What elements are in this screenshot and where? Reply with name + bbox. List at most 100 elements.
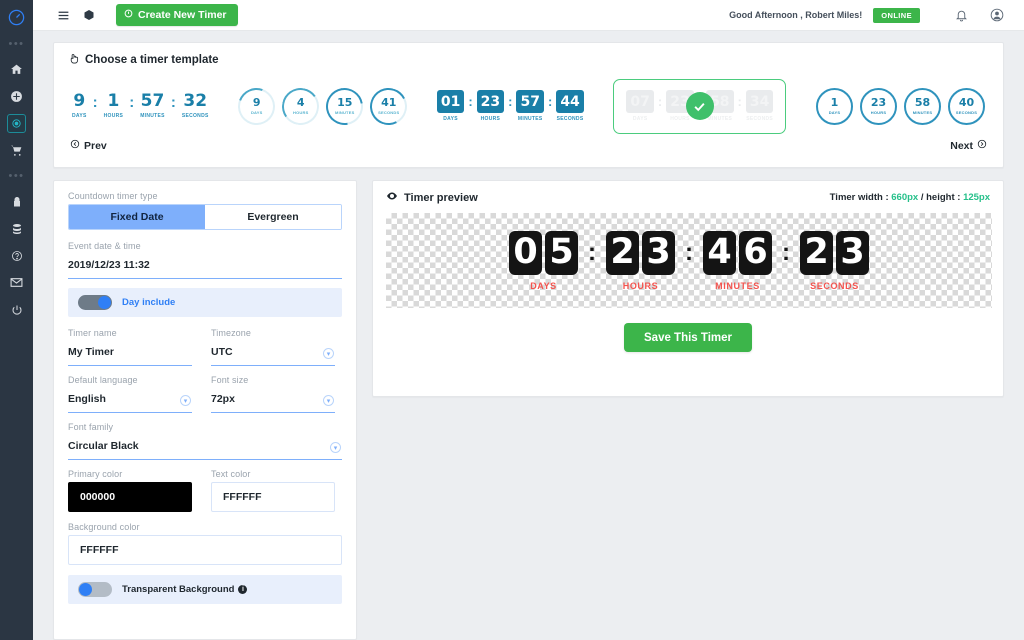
sidebar-item-security[interactable]	[0, 188, 33, 215]
template-unit: 57 MINUTES	[140, 93, 165, 120]
separator: :	[737, 94, 742, 109]
primary-color-field: Primary color 000000	[68, 469, 192, 512]
separator: :	[588, 238, 596, 266]
template-circles: 1 DAYS 23 HOURS 58 MINUTES 40 SECONDS	[815, 87, 985, 125]
preview-unit-label: HOURS	[622, 280, 659, 291]
transparent-background-toggle[interactable]	[78, 582, 112, 597]
template-value: 57	[516, 90, 544, 113]
save-timer-button[interactable]: Save This Timer	[624, 323, 752, 352]
sidebar-item-database[interactable]	[0, 215, 33, 242]
text-color-label: Text color	[211, 469, 251, 479]
sidebar-active-indicator	[7, 114, 26, 133]
app-root: ••• ••• Create New Timer Good Afternoon …	[0, 0, 1024, 640]
template-pagination: Prev Next	[68, 139, 989, 152]
timer-type-fixed-date[interactable]: Fixed Date	[69, 205, 205, 229]
template-label: HOURS	[670, 116, 690, 122]
font-size-select[interactable]	[211, 388, 335, 413]
info-icon[interactable]: i	[238, 585, 248, 594]
font-family-select[interactable]	[68, 435, 342, 460]
template-unit: 44 SECONDS	[556, 90, 584, 122]
template-unit: 57 MINUTES	[516, 90, 544, 122]
template-label: DAYS	[72, 113, 87, 119]
separator: :	[468, 94, 473, 109]
template-option-2[interactable]: 9 DAYS 4 HOURS 15 MINUTES 41 SECONDS	[232, 80, 413, 132]
template-label: DAYS	[443, 116, 458, 122]
timer-name-input[interactable]	[68, 341, 192, 366]
font-size-field: Font size ▾	[211, 375, 335, 413]
template-chooser-heading: Choose a timer template	[68, 53, 989, 67]
hamburger-icon[interactable]	[50, 2, 76, 28]
template-option-5[interactable]: 1 DAYS 23 HOURS 58 MINUTES 40 SECONDS	[815, 87, 985, 125]
text-color-input[interactable]: FFFFFF	[211, 482, 335, 512]
timer-type-toggle[interactable]: Fixed Date Evergreen	[68, 204, 342, 230]
template-unit: 07 DAYS	[626, 90, 654, 122]
progress-ring	[318, 80, 371, 132]
timezone-field: Timezone ▾	[211, 328, 335, 366]
name-timezone-row: Timer name Timezone ▾	[68, 328, 342, 375]
digit: 4	[703, 230, 736, 275]
user-avatar-icon[interactable]	[984, 2, 1010, 28]
template-option-1[interactable]: 9 DAYS : 1 HOURS : 57 MINUTES : 32 SECON…	[72, 91, 209, 120]
next-button[interactable]: Next	[950, 139, 987, 152]
background-color-input[interactable]: FFFFFF	[68, 535, 342, 565]
selected-check-icon	[685, 92, 714, 120]
primary-color-input[interactable]: 000000	[68, 482, 192, 512]
digit-group: 2 3	[800, 230, 869, 275]
save-button-wrap: Save This Timer	[386, 323, 990, 352]
template-circles: 9 DAYS 4 HOURS 15 MINUTES 41 SECONDS	[232, 80, 413, 132]
language-select[interactable]	[68, 388, 192, 413]
sidebar-item-logout[interactable]	[0, 296, 33, 323]
prev-button[interactable]: Prev	[70, 139, 107, 152]
template-option-3[interactable]: 01 DAYS : 23 HOURS : 57 MINUTES: 44 SEC…	[436, 90, 584, 122]
template-label: MINUTES	[707, 116, 733, 122]
template-option-4-selected[interactable]: 07 DAYS : 23 HOURS : 58 MINUTES	[613, 78, 787, 134]
progress-ring	[947, 87, 985, 125]
template-value: 34	[745, 90, 774, 113]
sidebar-item-help[interactable]	[0, 242, 33, 269]
language-fontsize-row: Default language ▾ Font size ▾	[68, 375, 342, 422]
app-logo-icon[interactable]	[0, 2, 33, 32]
template-unit: 1 DAYS	[815, 87, 853, 125]
digit: 6	[739, 230, 772, 275]
cube-icon[interactable]	[76, 2, 102, 28]
day-include-toggle[interactable]	[78, 295, 112, 310]
template-chooser-card: Choose a timer template 9 DAYS : 1 HOURS…	[53, 42, 1004, 168]
topbar-right: Good Afternoon , Robert Miles! ONLINE	[729, 2, 1024, 28]
create-new-timer-button[interactable]: Create New Timer	[116, 4, 238, 26]
sidebar-item-add[interactable]	[0, 83, 33, 110]
separator: :	[782, 238, 790, 266]
bell-icon[interactable]	[948, 2, 974, 28]
timer-preview-card: Timer preview Timer width : 660px / heig…	[372, 180, 1004, 397]
preview-height-value: 125px	[963, 192, 990, 203]
template-value: 9	[73, 91, 86, 111]
digit: 0	[509, 230, 542, 275]
digit-group: 4 6	[703, 230, 772, 275]
template-value: 32	[183, 91, 208, 111]
event-date-input[interactable]	[68, 254, 342, 279]
sidebar-item-cart[interactable]	[0, 137, 33, 164]
template-label: DAYS	[632, 116, 648, 122]
preview-timer: 0 5 DAYS : 2 3 HOURS: 4 6 MINUTES: 2 3…	[509, 230, 869, 291]
font-family-label: Font family	[68, 422, 114, 432]
template-unit: 34 SECONDS	[745, 90, 774, 122]
sidebar-item-timers[interactable]	[0, 110, 33, 137]
arrow-right-circle-icon	[977, 139, 987, 152]
day-include-row: Day include	[68, 288, 342, 317]
sidebar-item-messages[interactable]	[0, 269, 33, 296]
preview-unit-hours: 2 3 HOURS	[606, 230, 675, 291]
transparent-bg-row: Transparent Background i	[68, 575, 342, 604]
toggle-knob	[79, 583, 92, 596]
template-label: SECONDS	[556, 116, 584, 122]
dims-prefix: Timer width :	[829, 192, 892, 203]
timer-type-evergreen[interactable]: Evergreen	[205, 205, 341, 229]
timer-name-label: Timer name	[68, 328, 117, 338]
sidebar-divider-top: •••	[8, 38, 25, 50]
template-tiles: 01 DAYS : 23 HOURS : 57 MINUTES: 44 SEC…	[436, 90, 584, 122]
timer-name-field: Timer name	[68, 328, 192, 366]
template-unit: 01 DAYS	[436, 90, 465, 122]
timezone-select[interactable]	[211, 341, 335, 366]
transparent-bg-label: Transparent Background	[122, 584, 235, 595]
timer-type-label: Countdown timer type	[68, 191, 158, 201]
event-date-label: Event date & time	[68, 241, 141, 251]
sidebar-item-home[interactable]	[0, 56, 33, 83]
